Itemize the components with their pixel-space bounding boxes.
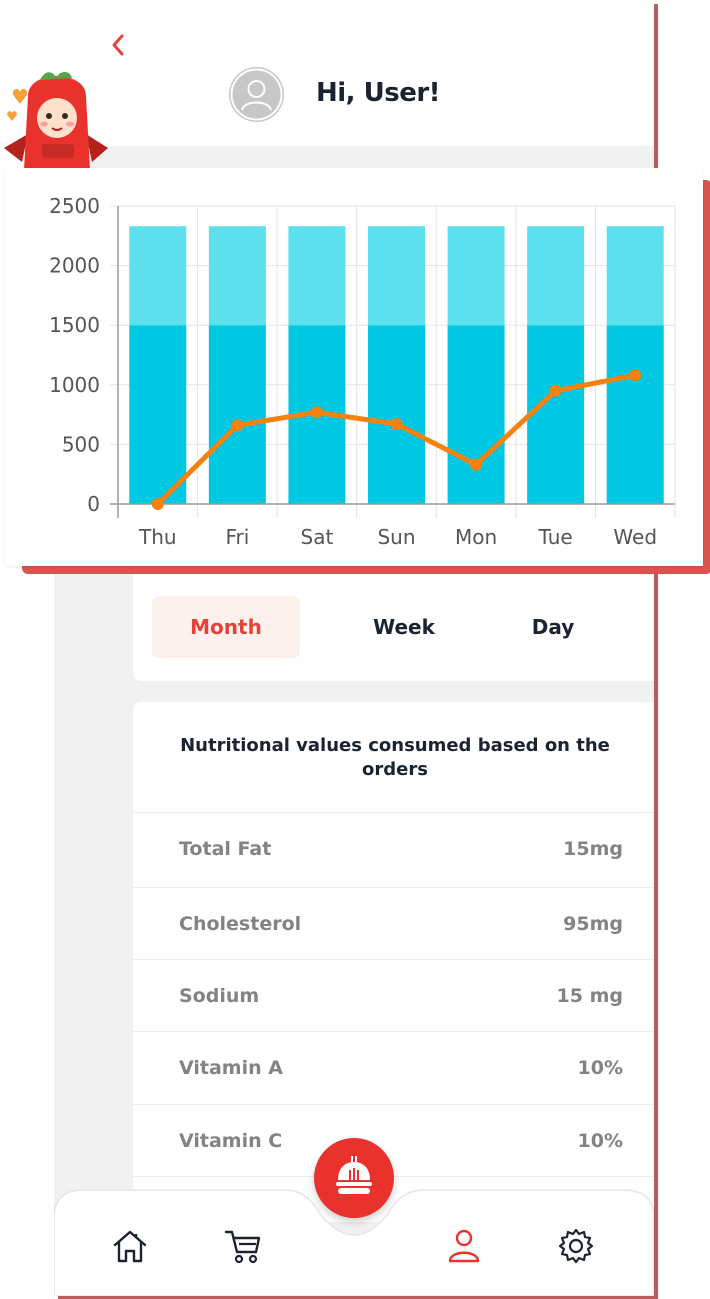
nutrient-value: 15mg [563,838,623,860]
nutrition-row: Vitamin A 10% [133,1031,654,1103]
food-icon [336,1156,372,1194]
bar [447,325,505,504]
user-icon [448,1229,480,1263]
tab-month[interactable]: Month [152,596,300,658]
line-point [390,418,403,431]
nutrition-title: Nutritional values consumed based on the… [180,735,610,780]
user-avatar-icon [230,68,283,121]
nutrient-name: Total Fat [179,838,272,860]
y-tick-label: 500 [62,432,100,456]
x-tick-label: Sun [377,525,415,549]
nav-profile[interactable] [444,1226,484,1266]
nav-settings[interactable] [556,1226,596,1266]
bar-stacked [606,226,664,326]
nutrient-name: Cholesterol [179,913,302,935]
nutrition-row: Total Fat 15mg [133,812,654,884]
mascot-illustration [4,72,108,170]
settings-icon [558,1228,594,1264]
bar-stacked [208,226,266,326]
bar-stacked [288,226,346,326]
bar-stacked [129,226,187,326]
y-tick-label: 1500 [49,313,100,337]
avatar[interactable] [229,67,284,122]
period-tabs: Month Week Day [133,566,654,681]
nutrient-value: 10% [577,1057,623,1079]
bar-line-chart: 2500 2000 1500 1000 500 0 Thu Fri Sat Sun Mon Tue We… [49,194,676,549]
tab-week[interactable]: Week [333,596,475,658]
line-point [151,498,164,510]
nav-home[interactable] [110,1226,150,1266]
nutrient-value: 95mg [563,913,623,935]
x-tick-label: Sat [301,525,334,549]
line-point [310,406,323,419]
nav-cart[interactable] [223,1226,263,1266]
y-tick-label: 2000 [49,254,100,278]
x-tick-label: Fri [225,525,249,549]
cart-icon [224,1230,261,1264]
x-tick-label: Mon [455,525,497,549]
home-icon [113,1230,147,1263]
nutrient-name: Vitamin A [179,1057,283,1079]
tab-day[interactable]: Day [483,596,623,658]
bar [208,325,266,504]
food-menu-button[interactable] [314,1138,394,1218]
nutrition-row: Cholesterol 95mg [133,887,654,959]
bar-stacked [527,226,585,326]
bar [606,325,664,504]
x-tick-label: Wed [613,525,657,549]
greeting-text: Hi, User! [316,78,441,108]
x-tick-label: Thu [138,525,177,549]
bar [527,325,585,504]
nutrition-row: Sodium 15 mg [133,959,654,1031]
bar [129,325,187,504]
bar-stacked [447,226,505,326]
y-tick-label: 2500 [49,194,100,218]
nutrient-name: Sodium [179,985,260,1007]
y-tick-label: 0 [87,492,100,516]
back-button[interactable] [104,30,134,60]
nutrient-name: Vitamin C [179,1130,283,1152]
line-point [470,458,483,471]
nutrition-chart: 2500 2000 1500 1000 500 0 Thu Fri Sat Sun Mon Tue We… [5,168,703,566]
line-point [549,384,562,397]
line-point [231,419,244,432]
bar-stacked [368,226,425,326]
chevron-left-icon [112,34,124,56]
line-point [629,369,642,382]
nutrient-value: 15 mg [556,985,623,1007]
nutrient-value: 10% [577,1130,623,1152]
x-tick-label: Tue [538,525,573,549]
y-tick-label: 1000 [49,373,100,397]
bar [368,325,425,504]
